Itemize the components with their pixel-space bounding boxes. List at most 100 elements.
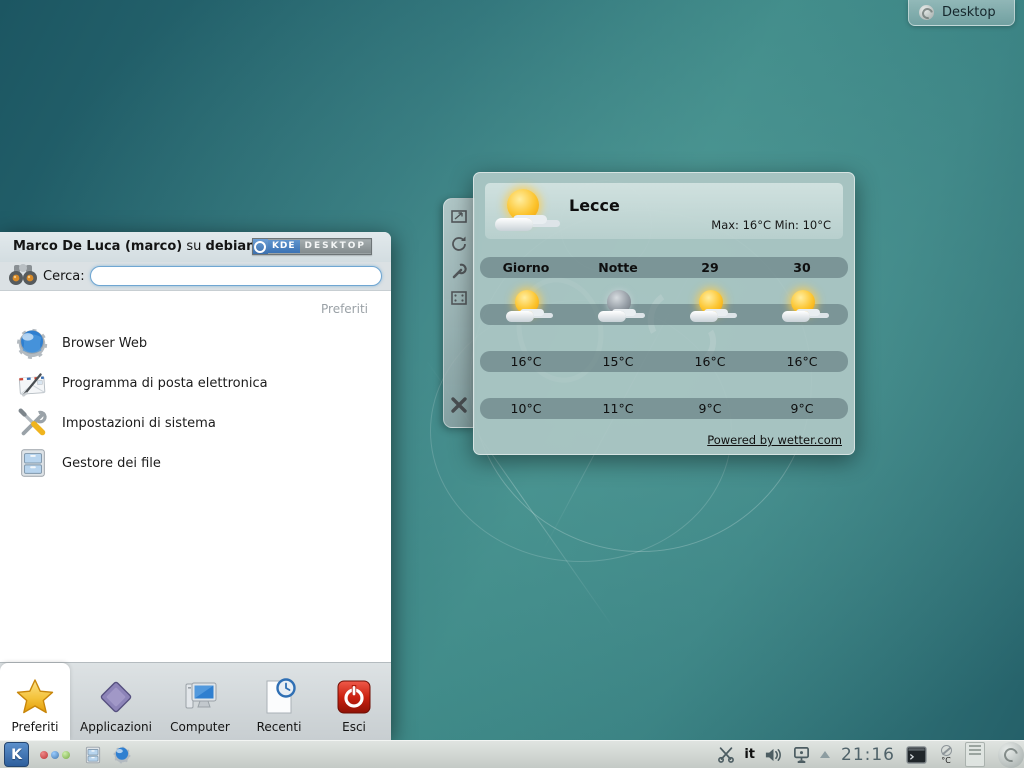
tab-label: Applicazioni: [80, 720, 152, 734]
file-manager-icon: [16, 446, 50, 480]
menu-item-system-settings[interactable]: Impostazioni di sistema: [0, 403, 391, 443]
web-browser-icon: [113, 745, 132, 764]
volume-icon[interactable]: [764, 747, 783, 763]
pager-dot-green: [62, 751, 70, 759]
weather-columns-header-row: Giorno Notte 29 30: [480, 257, 848, 278]
night-temp: 10°C: [480, 398, 572, 419]
search-binoculars-icon: [7, 259, 39, 291]
weather-col-header: 29: [664, 257, 756, 278]
tab-esci[interactable]: Esci: [318, 663, 390, 740]
day-temp: 15°C: [572, 351, 664, 372]
pager-dot-blue: [51, 751, 59, 759]
tab-preferiti[interactable]: Preferiti: [0, 663, 70, 740]
menu-item-label: Impostazioni di sistema: [62, 416, 216, 431]
weather-night-temps-row: 10°C 11°C 9°C 9°C: [480, 398, 848, 419]
tab-recenti[interactable]: Recenti: [240, 663, 318, 740]
search-label: Cerca:: [43, 269, 85, 284]
weather-col-header: Giorno: [480, 257, 572, 278]
file-manager-launcher[interactable]: [83, 745, 103, 765]
applet-settings-wrench-icon[interactable]: [450, 262, 468, 280]
recent-documents-icon: [259, 677, 299, 717]
day-temp: 16°C: [480, 351, 572, 372]
computer-icon: [180, 677, 220, 717]
wetter-com-credit-link[interactable]: Powered by wetter.com: [707, 433, 842, 447]
email-icon: [16, 366, 50, 400]
kde-logo-icon: [253, 239, 268, 254]
system-settings-icon: [16, 406, 50, 440]
menu-item-label: Programma di posta elettronica: [62, 376, 268, 391]
tab-applicazioni[interactable]: Applicazioni: [72, 663, 160, 740]
kde-launcher-button[interactable]: K: [4, 742, 29, 767]
terminal-icon[interactable]: [906, 746, 927, 764]
kde-desktop-badge: KDE DESKTOP: [252, 238, 372, 255]
badge-kde-label: KDE: [268, 240, 300, 253]
forecast-moon-cloud-icon: [597, 289, 639, 325]
weather-maxmin-label: Max: 16°C Min: 10°C: [711, 218, 831, 232]
day-temp: 16°C: [756, 351, 848, 372]
menu-item-label: Gestore dei file: [62, 456, 161, 471]
star-icon: [15, 677, 55, 717]
panel-mini-widget[interactable]: [965, 742, 985, 767]
tab-label: Computer: [170, 720, 230, 734]
web-browser-icon: [16, 326, 50, 360]
network-monitor-icon[interactable]: [792, 746, 811, 764]
file-manager-icon: [83, 745, 103, 765]
weather-header-panel: Lecce Max: 16°C Min: 10°C: [485, 183, 843, 239]
desktop-toolbox-label: Desktop: [942, 5, 996, 20]
panel-toolbox-cashew[interactable]: [996, 740, 1024, 770]
tab-label: Preferiti: [12, 720, 59, 734]
applet-resize-icon[interactable]: [450, 208, 468, 226]
tab-label: Recenti: [257, 720, 302, 734]
tab-label: Esci: [342, 720, 366, 734]
night-temp: 11°C: [572, 398, 664, 419]
night-temp: 9°C: [664, 398, 756, 419]
keyboard-layout-indicator[interactable]: it: [744, 747, 755, 762]
kickoff-launcher-window: Marco De Luca (marco) su debian KDE DESK…: [0, 232, 391, 740]
kickoff-tabbar: Preferiti Applicazioni Computer: [0, 662, 391, 740]
pager-dot-red: [40, 751, 48, 759]
weather-col-header: 30: [756, 257, 848, 278]
desktop-toolbox-button[interactable]: Desktop: [908, 0, 1015, 26]
weather-widget: Lecce Max: 16°C Min: 10°C Giorno Notte 2…: [473, 172, 855, 455]
weather-day-temps-row: 16°C 15°C 16°C 16°C: [480, 351, 848, 372]
web-browser-launcher[interactable]: [113, 745, 132, 764]
forecast-sun-cloud-icon: [505, 289, 547, 325]
night-temp: 9°C: [756, 398, 848, 419]
activity-pager-dots[interactable]: [40, 751, 70, 759]
kickoff-user-title: Marco De Luca (marco) su debian: [13, 239, 255, 254]
menu-item-label: Browser Web: [62, 336, 147, 351]
badge-desktop-label: DESKTOP: [300, 240, 371, 253]
kickoff-search-row: Cerca:: [0, 262, 391, 290]
applications-icon: [96, 677, 136, 717]
title-connector: su: [186, 239, 201, 254]
weather-tray-icon[interactable]: °C: [936, 745, 956, 765]
menu-item-file-manager[interactable]: Gestore dei file: [0, 443, 391, 483]
current-weather-sun-icon: [495, 187, 553, 235]
menu-item-browser-web[interactable]: Browser Web: [0, 323, 391, 363]
search-input[interactable]: [90, 266, 382, 286]
user-name: Marco De Luca (marco): [13, 239, 182, 254]
weather-icons-row: [480, 304, 848, 325]
tab-computer[interactable]: Computer: [160, 663, 240, 740]
host-name: debian: [206, 239, 256, 254]
applet-close-icon[interactable]: [449, 395, 469, 415]
system-tray: it 21:16 °C: [717, 740, 1024, 770]
favorites-category-label: Preferiti: [321, 302, 368, 316]
bottom-panel: K it: [0, 740, 1024, 768]
forecast-sun-cloud-icon: [781, 289, 823, 325]
weather-col-header: Notte: [572, 257, 664, 278]
applet-rotate-icon[interactable]: [450, 235, 468, 253]
kickoff-content: Preferiti Browser Web: [0, 290, 391, 663]
plasma-cashew-icon: [919, 5, 934, 20]
plasma-cashew-icon: [998, 742, 1024, 768]
forecast-sun-cloud-icon: [689, 289, 731, 325]
day-temp: 16°C: [664, 351, 756, 372]
clipboard-scissors-icon[interactable]: [717, 746, 735, 763]
applet-maximize-icon[interactable]: [450, 289, 468, 307]
applet-handle: [443, 198, 475, 428]
menu-item-email[interactable]: Programma di posta elettronica: [0, 363, 391, 403]
tray-expander-arrow-icon[interactable]: [820, 751, 830, 758]
logout-power-icon: [334, 677, 374, 717]
weather-tray-label: °C: [941, 757, 951, 765]
digital-clock[interactable]: 21:16: [841, 745, 895, 765]
